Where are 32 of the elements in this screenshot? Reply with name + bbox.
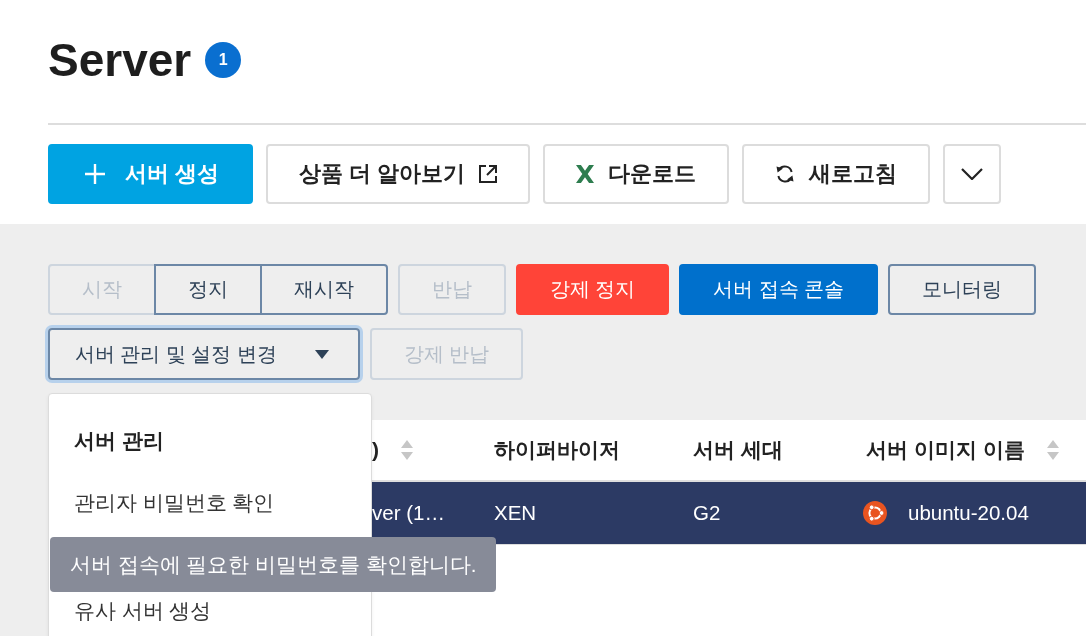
more-button[interactable] <box>943 144 1002 204</box>
caret-down-icon <box>315 349 329 359</box>
table-cell-text: G2 <box>693 501 722 525</box>
menu-heading: 서버 관리 <box>73 428 165 454</box>
column-header: 하이퍼바이저 <box>494 437 621 463</box>
column-header: 서버 세대 <box>693 437 784 463</box>
table-cell: ubuntu-20.04 <box>908 501 1029 525</box>
count-badge: 1 <box>205 42 242 78</box>
refresh-button[interactable]: 새로고침 <box>742 144 931 204</box>
table-cell-text: XEN <box>494 501 538 525</box>
sort-icon[interactable] <box>1046 440 1059 460</box>
tooltip: 서버 접속에 필요한 비밀번호를 확인합니다. <box>50 537 497 592</box>
external-link-icon <box>479 165 498 183</box>
refresh-icon <box>775 164 796 184</box>
table-row[interactable]: ver (1… XEN G2 ubuntu-20.04 <box>372 482 1086 545</box>
menu-item[interactable]: 관리자 비밀번호 확인 <box>49 476 371 530</box>
table-cell-text: ver (1… <box>372 501 446 525</box>
os-logo-icon <box>863 501 887 525</box>
page-title: Server <box>48 33 192 88</box>
dropdown-button[interactable]: 서버 관리 및 설정 변경 <box>48 328 360 380</box>
x-letter-icon <box>576 164 595 184</box>
link-button[interactable]: 상품 더 알아보기 <box>266 144 531 204</box>
segment-button[interactable]: 정지 <box>154 264 262 315</box>
download-button[interactable]: 다운로드 <box>543 144 730 204</box>
plus-icon <box>85 164 105 184</box>
sort-icon[interactable] <box>401 440 413 460</box>
column-header[interactable]: ) <box>372 438 494 462</box>
column-header[interactable]: 서버 이미지 이름 <box>866 436 1086 464</box>
segment-button[interactable]: 재시작 <box>260 264 388 315</box>
chevron-down-icon <box>961 168 984 180</box>
primary-button[interactable]: 서버 접속 콘솔 <box>679 264 879 315</box>
action-button[interactable]: 모니터링 <box>888 264 1037 315</box>
